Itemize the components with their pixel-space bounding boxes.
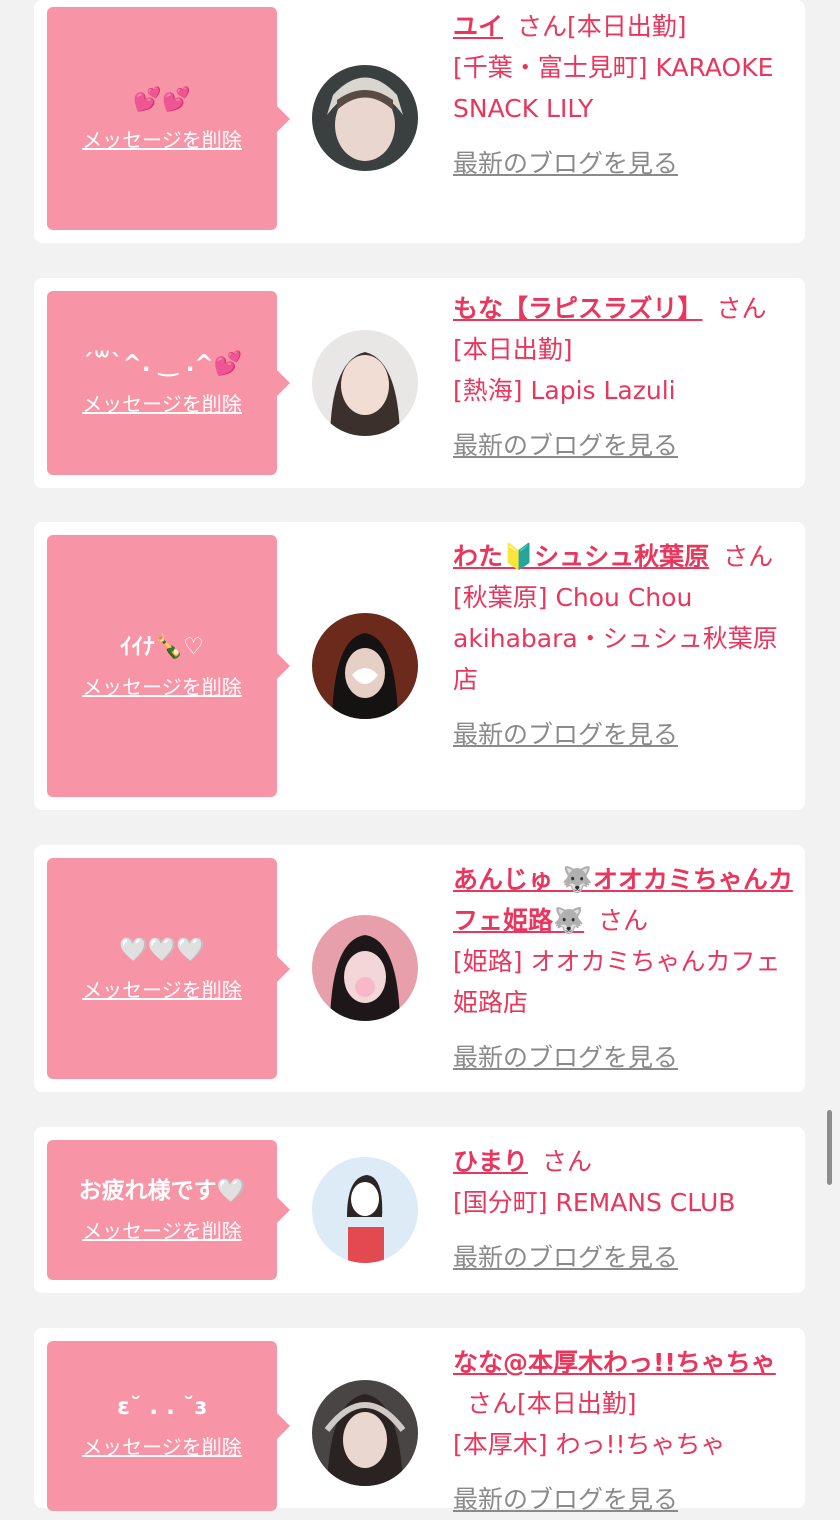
- avatar[interactable]: [312, 915, 418, 1021]
- cast-name-link[interactable]: ひまり: [453, 1147, 528, 1176]
- message-text: ｲｲﾅ🍾♡: [120, 634, 204, 660]
- message-bubble: お疲れ様です🤍 メッセージを削除: [47, 1140, 290, 1280]
- shop-info: [熱海] Lapis Lazuli: [453, 376, 676, 405]
- latest-blog-link[interactable]: 最新のブログを見る: [453, 1237, 678, 1278]
- honorific: さん[本日出勤]: [467, 1389, 637, 1418]
- message-text: 💕💕: [133, 86, 191, 113]
- shop-info: [国分町] REMANS CLUB: [453, 1188, 736, 1217]
- cast-name-link[interactable]: わた🔰シュシュ秋葉原: [453, 542, 709, 571]
- avatar[interactable]: [312, 330, 418, 436]
- message-card: ˊ꒳ˋ^. ‿ .^💕 メッセージを削除 もな【ラピスラズリ】 さん[本日出勤] …: [34, 278, 805, 488]
- latest-blog-link[interactable]: 最新のブログを見る: [453, 143, 678, 184]
- scrollbar[interactable]: [827, 1110, 832, 1185]
- shop-info: [姫路] オオカミちゃんカフェ姫路店: [453, 947, 781, 1017]
- delete-message-link[interactable]: メッセージを削除: [82, 674, 242, 700]
- profile-info: ユイ さん[本日出勤] [千葉・富士見町] KARAOKE SNACK LILY …: [453, 6, 798, 184]
- honorific: さん[本日出勤]: [517, 12, 687, 41]
- shop-info: [秋葉原] Chou Chou akihabara・シュシュ秋葉原店: [453, 583, 778, 694]
- shop-info: [千葉・富士見町] KARAOKE SNACK LILY: [453, 53, 774, 123]
- message-text: 🤍🤍🤍: [119, 936, 205, 963]
- cast-name-link[interactable]: なな@本厚木わっ!!ちゃちゃ: [453, 1348, 776, 1377]
- message-bubble: 🤍🤍🤍 メッセージを削除: [47, 858, 290, 1079]
- avatar[interactable]: [312, 1380, 418, 1486]
- profile-info: もな【ラピスラズリ】 さん[本日出勤] [熱海] Lapis Lazuli 最新の…: [453, 288, 798, 466]
- profile-info: あんじゅ 🐺オオカミちゃんカフェ姫路🐺 さん [姫路] オオカミちゃんカフェ姫路店…: [453, 859, 798, 1078]
- avatar[interactable]: [312, 613, 418, 719]
- profile-info: ひまり さん [国分町] REMANS CLUB 最新のブログを見る: [453, 1141, 798, 1278]
- honorific: さん: [723, 542, 774, 571]
- honorific: さん: [542, 1147, 593, 1176]
- delete-message-link[interactable]: メッセージを削除: [82, 391, 242, 417]
- honorific: さん: [598, 906, 649, 935]
- delete-message-link[interactable]: メッセージを削除: [82, 127, 242, 153]
- avatar[interactable]: [312, 1157, 418, 1263]
- latest-blog-link[interactable]: 最新のブログを見る: [453, 425, 678, 466]
- message-card: ɛ˘ . . ˘ɜ メッセージを削除 なな@本厚木わっ!!ちゃちゃさん[本日出勤…: [34, 1328, 805, 1514]
- latest-blog-link[interactable]: 最新のブログを見る: [453, 714, 678, 755]
- cast-name-link[interactable]: もな【ラピスラズリ】: [453, 294, 703, 323]
- delete-message-link[interactable]: メッセージを削除: [82, 1218, 242, 1244]
- avatar[interactable]: [312, 65, 418, 171]
- message-bubble: ɛ˘ . . ˘ɜ メッセージを削除: [47, 1341, 290, 1511]
- message-bubble: 💕💕 メッセージを削除: [47, 7, 290, 230]
- message-card: ｲｲﾅ🍾♡ メッセージを削除 わた🔰シュシュ秋葉原 さん [秋葉原] Chou C…: [34, 522, 805, 810]
- profile-info: わた🔰シュシュ秋葉原 さん [秋葉原] Chou Chou akihabara・シ…: [453, 536, 798, 755]
- shop-info: [本厚木] わっ!!ちゃちゃ: [453, 1430, 726, 1459]
- delete-message-link[interactable]: メッセージを削除: [82, 1434, 242, 1460]
- cast-name-link[interactable]: ユイ: [453, 12, 503, 41]
- message-bubble: ˊ꒳ˋ^. ‿ .^💕 メッセージを削除: [47, 291, 290, 475]
- message-bubble: ｲｲﾅ🍾♡ メッセージを削除: [47, 535, 290, 797]
- message-card: お疲れ様です🤍 メッセージを削除 ひまり さん [国分町] REMANS CLUB…: [34, 1127, 805, 1293]
- latest-blog-link[interactable]: 最新のブログを見る: [453, 1479, 678, 1520]
- message-card: 🤍🤍🤍 メッセージを削除 あんじゅ 🐺オオカミちゃんカフェ姫路🐺 さん [姫路] …: [34, 845, 805, 1092]
- delete-message-link[interactable]: メッセージを削除: [82, 977, 242, 1003]
- message-text: ɛ˘ . . ˘ɜ: [117, 1394, 207, 1420]
- profile-info: なな@本厚木わっ!!ちゃちゃさん[本日出勤] [本厚木] わっ!!ちゃちゃ 最新…: [453, 1342, 798, 1520]
- message-card: 💕💕 メッセージを削除 ユイ さん[本日出勤] [千葉・富士見町] KARAOKE…: [34, 0, 805, 243]
- latest-blog-link[interactable]: 最新のブログを見る: [453, 1037, 678, 1078]
- message-text: ˊ꒳ˋ^. ‿ .^💕: [81, 351, 243, 377]
- message-text: お疲れ様です🤍: [78, 1178, 246, 1204]
